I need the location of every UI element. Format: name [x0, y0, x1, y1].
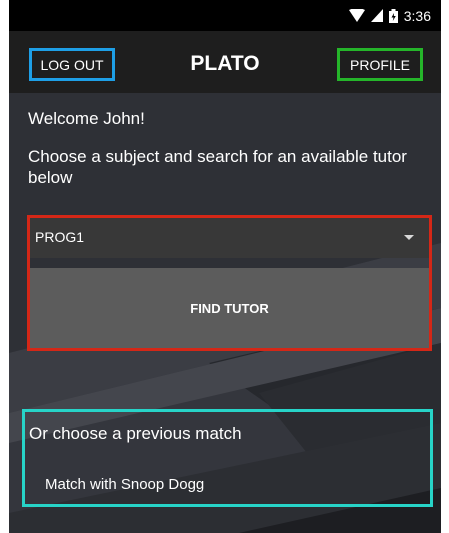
subject-search-panel: PROG1 FIND TUTOR — [27, 215, 432, 351]
previous-matches-panel: Or choose a previous match Match with Sn… — [22, 409, 433, 507]
subject-dropdown[interactable]: PROG1 — [30, 218, 429, 258]
app-bar: LOG OUT PLATO PROFILE — [9, 31, 441, 93]
dropdown-arrow-icon — [404, 235, 414, 240]
instructions-text: Choose a subject and search for an avail… — [28, 147, 407, 187]
previous-matches-heading: Or choose a previous match — [29, 424, 242, 443]
find-tutor-button[interactable]: FIND TUTOR — [30, 268, 429, 348]
phone-screen: 3:36 LOG OUT PLATO PROFILE Welcome John!… — [9, 0, 441, 533]
main-content: Welcome John! Choose a subject and searc… — [9, 93, 441, 533]
clock: 3:36 — [403, 7, 431, 24]
profile-button[interactable]: PROFILE — [337, 48, 423, 81]
wifi-icon — [348, 9, 365, 22]
signal-icon — [370, 9, 383, 22]
previous-match-item[interactable]: Match with Snoop Dogg — [45, 476, 204, 493]
battery-icon — [388, 8, 398, 23]
welcome-text: Welcome John! — [28, 109, 145, 128]
status-bar: 3:36 — [9, 0, 441, 31]
subject-dropdown-value: PROG1 — [35, 229, 85, 245]
